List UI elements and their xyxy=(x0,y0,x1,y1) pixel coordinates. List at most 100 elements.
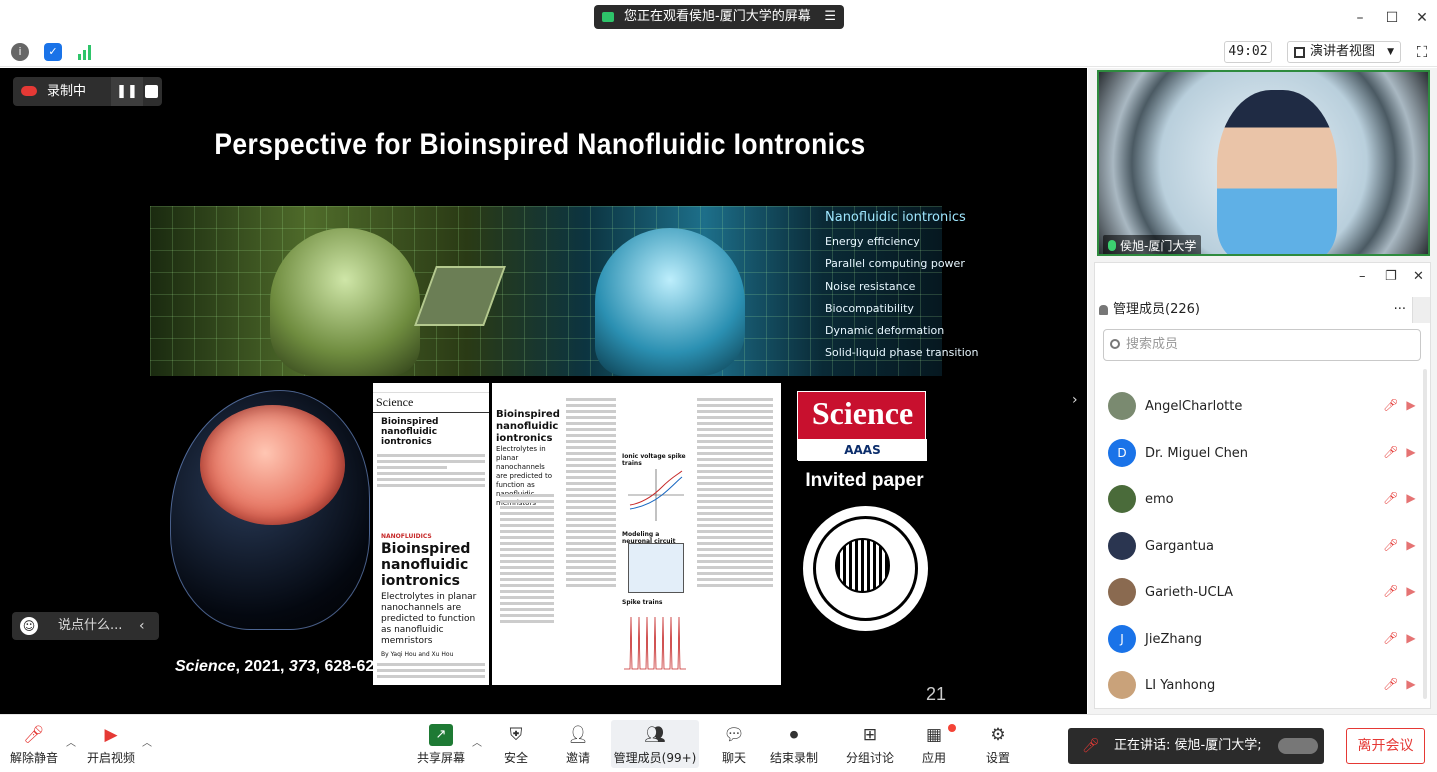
notification-dot xyxy=(948,724,956,732)
participant-name: Dr. Miguel Chen xyxy=(1145,446,1249,461)
avatar xyxy=(1108,671,1136,699)
feature-item: Dynamic deformation xyxy=(825,324,945,338)
maximize-button[interactable]: ☐ xyxy=(1382,8,1402,28)
share-screen-button[interactable]: ↗ 共享屏幕 ︿ xyxy=(414,720,482,768)
invite-button[interactable]: 👤︎ 邀请 xyxy=(558,720,598,768)
shield-icon: ⛨ xyxy=(509,725,523,745)
panel-minimize-button[interactable]: – xyxy=(1359,269,1366,284)
chevron-left-icon[interactable]: ‹ xyxy=(139,612,145,640)
shield-icon[interactable]: ✓ xyxy=(44,43,62,61)
pause-icon[interactable]: ❚❚ xyxy=(111,77,143,106)
participants-scrollbar[interactable] xyxy=(1423,369,1427,699)
brain-chip-banner-image xyxy=(150,206,942,376)
share-status-text: 您正在观看侯旭-厦门大学的屏幕 xyxy=(624,9,811,24)
breakout-rooms-button[interactable]: ⊞ 分组讨论 xyxy=(844,720,896,768)
mic-muted-icon: 🎤︎ xyxy=(23,725,45,745)
signal-icon[interactable] xyxy=(77,44,93,60)
chat-button[interactable]: 💬︎ 聊天 xyxy=(714,720,754,768)
participant-row[interactable]: J JieZhang 🎤︎ ▶ xyxy=(1095,620,1430,666)
start-video-button[interactable]: ▶ 开启视频 ︿ xyxy=(84,720,152,768)
mic-muted-icon[interactable]: 🎤︎ xyxy=(1383,584,1398,598)
add-user-icon: 👤︎ xyxy=(567,725,589,745)
search-placeholder: 搜索成员 xyxy=(1126,337,1179,352)
video-off-icon[interactable]: ▶ xyxy=(1403,398,1419,412)
aaas-logo-word: AAAS xyxy=(798,439,927,461)
chat-label: 聊天 xyxy=(721,751,746,765)
person-icon xyxy=(1099,305,1108,315)
participant-name: Gargantua xyxy=(1145,539,1214,554)
recording-label: 录制中 xyxy=(47,84,87,99)
comment-input[interactable]: 说点什么... xyxy=(58,612,122,640)
circuit-figure xyxy=(628,543,684,593)
info-icon[interactable]: i xyxy=(11,43,29,61)
speaker-name-tag: 侯旭-厦门大学 xyxy=(1103,235,1202,254)
features-heading: Nanofluidic iontronics xyxy=(825,210,966,225)
feature-item: Biocompatibility xyxy=(825,301,914,315)
mic-muted-icon[interactable]: 🎤︎ xyxy=(1383,491,1398,505)
minimize-button[interactable]: – xyxy=(1350,8,1370,28)
panel-side-menu[interactable] xyxy=(1412,297,1430,323)
avatar xyxy=(1108,532,1136,560)
panel-popout-button[interactable]: ❐ xyxy=(1385,269,1397,284)
participant-name: JieZhang xyxy=(1145,632,1203,647)
security-button[interactable]: ⛨ 安全 xyxy=(496,720,536,768)
mic-muted-icon[interactable]: 🎤︎ xyxy=(1383,677,1398,691)
more-icon[interactable]: ··· xyxy=(1394,297,1406,323)
chevron-up-icon[interactable]: ︿ xyxy=(472,734,482,749)
breakout-label: 分组讨论 xyxy=(845,751,894,765)
video-off-icon[interactable]: ▶ xyxy=(1403,584,1419,598)
menu-icon[interactable]: ☰ xyxy=(824,5,836,29)
video-off-icon[interactable]: ▶ xyxy=(1403,631,1419,645)
panel-close-button[interactable]: ✕ xyxy=(1413,269,1424,284)
participant-row[interactable]: Garieth-UCLA 🎤︎ ▶ xyxy=(1095,573,1430,619)
participant-row[interactable]: AngelCharlotte 🎤︎ ▶ xyxy=(1095,387,1430,433)
collapse-panel-icon[interactable]: › xyxy=(1072,392,1078,408)
video-off-icon[interactable]: ▶ xyxy=(1403,677,1419,691)
emoji-icon[interactable]: ☺ xyxy=(20,617,38,635)
speaker-name: 侯旭-厦门大学 xyxy=(1120,239,1197,253)
speaker-video-tile[interactable]: 侯旭-厦门大学 xyxy=(1097,70,1430,256)
leave-meeting-button[interactable]: 离开会议 xyxy=(1346,728,1425,764)
video-off-icon: ▶ xyxy=(104,725,118,745)
apps-button[interactable]: ▦ 应用 xyxy=(914,720,956,768)
mic-muted-icon[interactable]: 🎤︎ xyxy=(1383,398,1398,412)
participant-row[interactable]: emo 🎤︎ ▶ xyxy=(1095,480,1430,526)
end-recording-button[interactable]: ⏺ 结束录制 xyxy=(766,720,822,768)
mic-muted-icon[interactable]: 🎤︎ xyxy=(1383,538,1398,552)
participant-row[interactable]: LI Yanhong 🎤︎ ▶ xyxy=(1095,666,1430,712)
video-off-icon[interactable]: ▶ xyxy=(1403,538,1419,552)
end-recording-label: 结束录制 xyxy=(769,751,818,765)
stop-icon[interactable] xyxy=(145,85,158,98)
mic-muted-icon[interactable]: 🎤︎ xyxy=(1383,445,1398,459)
search-members-input[interactable]: 搜索成员 xyxy=(1103,329,1421,361)
figure-caption-3: Spike trains xyxy=(622,599,663,606)
meeting-timer: 49:02 xyxy=(1224,41,1272,63)
science-logo-word: Science xyxy=(811,395,914,431)
features-list: Nanofluidic iontronics Energy efficiency… xyxy=(825,210,978,369)
participant-name: Garieth-UCLA xyxy=(1145,585,1234,600)
chevron-up-icon[interactable]: ︿ xyxy=(142,734,152,749)
unmute-button[interactable]: 🎤︎ 解除静音 ︿ xyxy=(6,720,76,768)
start-video-label: 开启视频 xyxy=(86,751,135,765)
settings-button[interactable]: ⚙ 设置 xyxy=(978,720,1018,768)
feature-item: Noise resistance xyxy=(825,279,916,293)
close-button[interactable]: ✕ xyxy=(1412,8,1432,28)
redacted-area xyxy=(1278,738,1318,754)
video-off-icon[interactable]: ▶ xyxy=(1403,491,1419,505)
citation-journal: Science xyxy=(175,658,236,675)
manage-members-button[interactable]: 👥︎ 管理成员(99+) xyxy=(611,720,699,768)
comment-bar[interactable]: ☺ 说点什么... ‹ xyxy=(12,612,159,640)
mic-muted-icon[interactable]: 🎤︎ xyxy=(1383,631,1398,645)
fullscreen-icon[interactable]: ⛶ xyxy=(1412,42,1432,62)
feature-item: Parallel computing power xyxy=(825,257,965,271)
paper-masthead: Science xyxy=(373,393,489,413)
view-mode-dropdown[interactable]: 演讲者视图 ▼ xyxy=(1287,41,1401,63)
participants-header: 管理成员(226) ··· ✕ xyxy=(1095,297,1430,323)
chevron-down-icon: ▼ xyxy=(1387,47,1394,57)
participant-row[interactable]: D Dr. Miguel Chen 🎤︎ ▶ xyxy=(1095,434,1430,480)
participant-row[interactable]: Gargantua 🎤︎ ▶ xyxy=(1095,527,1430,573)
share-status-banner[interactable]: 您正在观看侯旭-厦门大学的屏幕 ☰ xyxy=(594,5,844,29)
chevron-up-icon[interactable]: ︿ xyxy=(66,734,76,749)
avatar xyxy=(1108,485,1136,513)
video-off-icon[interactable]: ▶ xyxy=(1403,445,1419,459)
